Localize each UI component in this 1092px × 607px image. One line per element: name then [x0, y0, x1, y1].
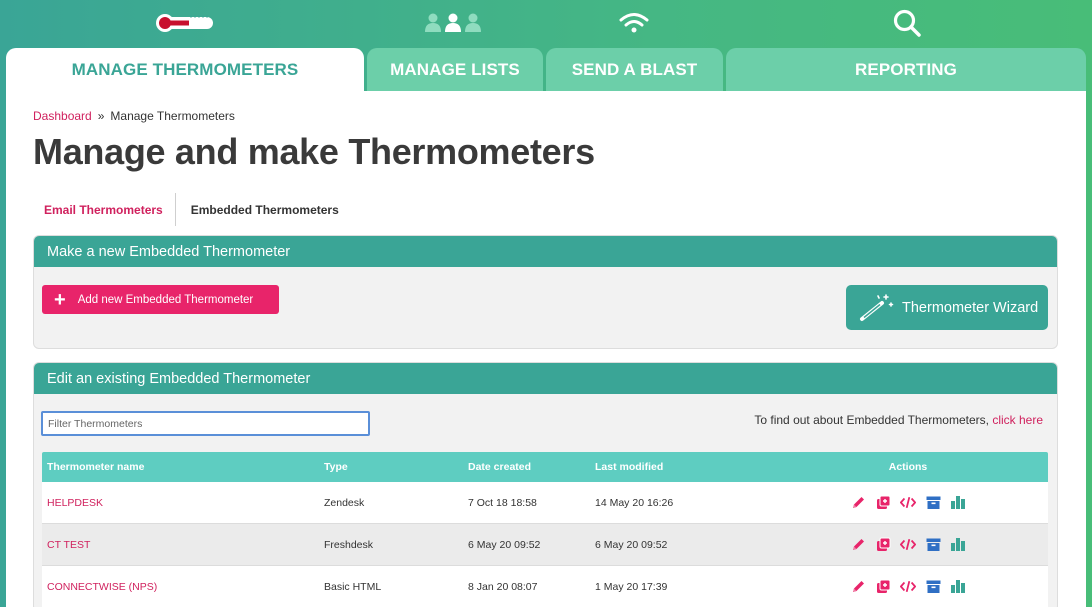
- subtab-embedded-thermometers[interactable]: Embedded Thermometers: [176, 193, 350, 226]
- edit-thermometer-panel: Edit an existing Embedded Thermometer To…: [33, 362, 1058, 607]
- new-thermometer-panel: Make a new Embedded Thermometer + Add ne…: [33, 235, 1058, 349]
- duplicate-icon[interactable]: [875, 495, 891, 511]
- date-created: 8 Jan 20 08:07: [468, 580, 538, 593]
- embed-code-icon[interactable]: [900, 495, 916, 511]
- wizard-button-label: Thermometer Wizard: [902, 299, 1039, 316]
- archive-icon[interactable]: [925, 495, 941, 511]
- row-actions: [775, 537, 1041, 553]
- header-date-created[interactable]: Date created: [468, 461, 595, 473]
- archive-icon[interactable]: [925, 537, 941, 553]
- embed-code-icon[interactable]: [900, 579, 916, 595]
- thermometer-name-link[interactable]: CONNECTWISE (NPS): [42, 581, 324, 593]
- report-icon[interactable]: [950, 495, 966, 511]
- page-title: Manage and make Thermometers: [33, 131, 595, 172]
- thermometer-icon[interactable]: [155, 8, 215, 38]
- duplicate-icon[interactable]: [875, 579, 891, 595]
- archive-icon[interactable]: [925, 579, 941, 595]
- date-created: 6 May 20 09:52: [468, 538, 541, 551]
- edit-icon[interactable]: [850, 495, 866, 511]
- top-icon-bar: [0, 0, 1092, 48]
- tab-manage-lists[interactable]: MANAGE LISTS: [367, 48, 543, 91]
- search-icon[interactable]: [890, 8, 924, 38]
- embed-code-icon[interactable]: [900, 537, 916, 553]
- edit-panel-title: Edit an existing Embedded Thermometer: [34, 363, 1057, 394]
- plus-icon: +: [54, 288, 66, 311]
- main-content: Dashboard » Manage Thermometers Manage and…: [6, 91, 1086, 607]
- info-message: To find out about Embedded Thermometers,: [754, 413, 989, 427]
- info-text: To find out about Embedded Thermometers,…: [754, 413, 1043, 427]
- breadcrumb-dashboard-link[interactable]: Dashboard: [33, 109, 92, 123]
- filter-thermometers-input[interactable]: [41, 411, 370, 436]
- thermometer-type: Basic HTML: [324, 580, 382, 593]
- row-actions: [775, 495, 1041, 511]
- table-body: HELPDESK Zendesk 7 Oct 18 18:58 14 May 2…: [42, 482, 1048, 607]
- users-icon[interactable]: [422, 8, 484, 38]
- add-button-label: Add new Embedded Thermometer: [77, 293, 254, 306]
- tab-reporting[interactable]: REPORTING: [726, 48, 1086, 91]
- last-modified: 14 May 20 16:26: [595, 496, 674, 509]
- wifi-icon[interactable]: [618, 8, 650, 38]
- breadcrumb-separator: »: [97, 109, 105, 123]
- row-actions: [775, 579, 1041, 595]
- thermometer-wizard-button[interactable]: Thermometer Wizard: [846, 285, 1048, 330]
- header-type[interactable]: Type: [324, 461, 468, 473]
- report-icon[interactable]: [950, 579, 966, 595]
- header-thermometer-name[interactable]: Thermometer name: [42, 461, 324, 473]
- breadcrumb-current: Manage Thermometers: [110, 109, 235, 123]
- add-new-thermometer-button[interactable]: + Add new Embedded Thermometer: [42, 285, 279, 314]
- edit-icon[interactable]: [850, 579, 866, 595]
- edit-icon[interactable]: [850, 537, 866, 553]
- table-row: HELPDESK Zendesk 7 Oct 18 18:58 14 May 2…: [42, 482, 1048, 524]
- subtabs: Email Thermometers Embedded Thermometers: [33, 193, 350, 226]
- duplicate-icon[interactable]: [875, 537, 891, 553]
- magic-wand-icon: [858, 293, 894, 323]
- new-panel-title: Make a new Embedded Thermometer: [34, 236, 1057, 267]
- last-modified: 6 May 20 09:52: [595, 538, 668, 551]
- header-actions: Actions: [888, 461, 928, 473]
- report-icon[interactable]: [950, 537, 966, 553]
- thermometer-name-link[interactable]: HELPDESK: [42, 497, 324, 509]
- thermometer-type: Freshdesk: [324, 538, 374, 551]
- table-header: Thermometer name Type Date created Last …: [42, 452, 1048, 482]
- header-last-modified[interactable]: Last modified: [595, 461, 775, 473]
- thermometers-table: Thermometer name Type Date created Last …: [42, 452, 1048, 607]
- subtab-email-thermometers[interactable]: Email Thermometers: [33, 193, 176, 226]
- main-tabs: MANAGE THERMOMETERS MANAGE LISTS SEND A …: [0, 48, 1092, 91]
- breadcrumb: Dashboard » Manage Thermometers: [33, 109, 235, 123]
- tab-send-a-blast[interactable]: SEND A BLAST: [546, 48, 723, 91]
- table-row: CONNECTWISE (NPS) Basic HTML 8 Jan 20 08…: [42, 566, 1048, 607]
- thermometer-type: Zendesk: [324, 496, 365, 509]
- thermometer-name-link[interactable]: CT TEST: [42, 539, 324, 551]
- click-here-link[interactable]: click here: [992, 413, 1043, 427]
- last-modified: 1 May 20 17:39: [595, 580, 668, 593]
- tab-manage-thermometers[interactable]: MANAGE THERMOMETERS: [6, 48, 364, 91]
- table-row: CT TEST Freshdesk 6 May 20 09:52 6 May 2…: [42, 524, 1048, 566]
- date-created: 7 Oct 18 18:58: [468, 496, 537, 509]
